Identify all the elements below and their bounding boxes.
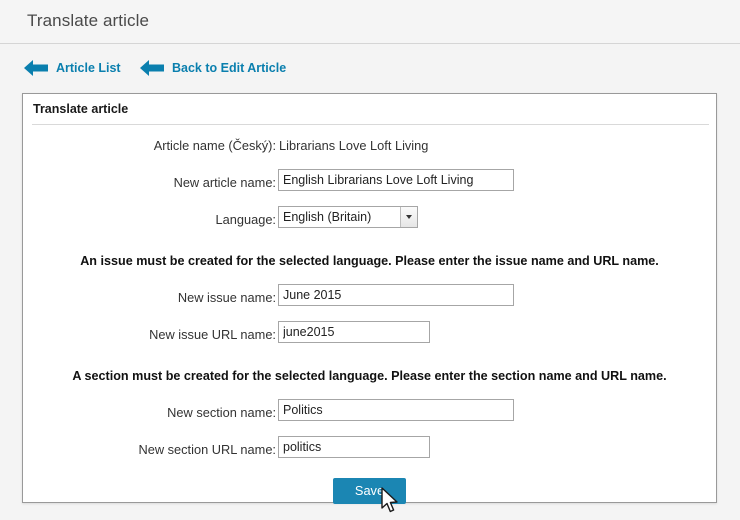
form-row-article-name: Article name (Český): Librarians Love Lo… xyxy=(23,132,716,162)
new-section-name-input[interactable] xyxy=(278,399,514,421)
form-row-new-article-name: New article name: xyxy=(23,169,716,199)
back-to-edit-article-link[interactable]: Back to Edit Article xyxy=(140,59,286,77)
save-button-container: Save xyxy=(23,478,716,506)
new-issue-url-name-label: New issue URL name: xyxy=(149,327,276,342)
window-header: Translate article xyxy=(0,0,740,44)
new-section-url-name-label: New section URL name: xyxy=(138,442,276,457)
language-select[interactable]: English (Britain) xyxy=(278,206,418,228)
navigation-bar: Article List Back to Edit Article xyxy=(0,45,740,93)
article-name-label: Article name (Český): xyxy=(153,138,276,153)
form-row-new-issue-url-name: New issue URL name: xyxy=(23,321,716,351)
new-section-name-label: New section name: xyxy=(167,405,276,420)
form-row-language: Language: English (Britain) xyxy=(23,206,716,236)
article-name-value: Librarians Love Loft Living xyxy=(279,138,429,153)
new-article-name-input[interactable] xyxy=(278,169,514,191)
save-button[interactable]: Save xyxy=(332,478,407,504)
new-issue-name-input[interactable] xyxy=(278,284,514,306)
left-arrow-icon xyxy=(24,60,48,76)
panel-heading: Translate article xyxy=(33,102,129,116)
translate-article-panel: Translate article Article name (Český): … xyxy=(22,93,717,506)
form-row-new-section-url-name: New section URL name: xyxy=(23,436,716,466)
form-row-new-issue-name: New issue name: xyxy=(23,284,716,314)
new-article-name-label: New article name: xyxy=(173,175,276,190)
new-issue-url-name-input[interactable] xyxy=(278,321,430,343)
translate-article-form: Article name (Český): Librarians Love Lo… xyxy=(23,132,716,506)
left-arrow-icon xyxy=(140,60,164,76)
page-title: Translate article xyxy=(27,11,150,30)
back-to-edit-article-link-label: Back to Edit Article xyxy=(172,61,287,75)
section-notice: A section must be created for the select… xyxy=(72,369,667,383)
issue-notice: An issue must be created for the selecte… xyxy=(80,254,659,268)
new-section-url-name-input[interactable] xyxy=(278,436,430,458)
panel-divider xyxy=(32,124,709,125)
new-issue-name-label: New issue name: xyxy=(177,290,276,305)
language-label: Language: xyxy=(215,212,277,227)
article-list-link[interactable]: Article List xyxy=(24,59,121,77)
language-select-wrapper[interactable]: English (Britain) xyxy=(278,206,418,228)
article-list-link-label: Article List xyxy=(56,61,121,75)
form-row-new-section-name: New section name: xyxy=(23,399,716,429)
